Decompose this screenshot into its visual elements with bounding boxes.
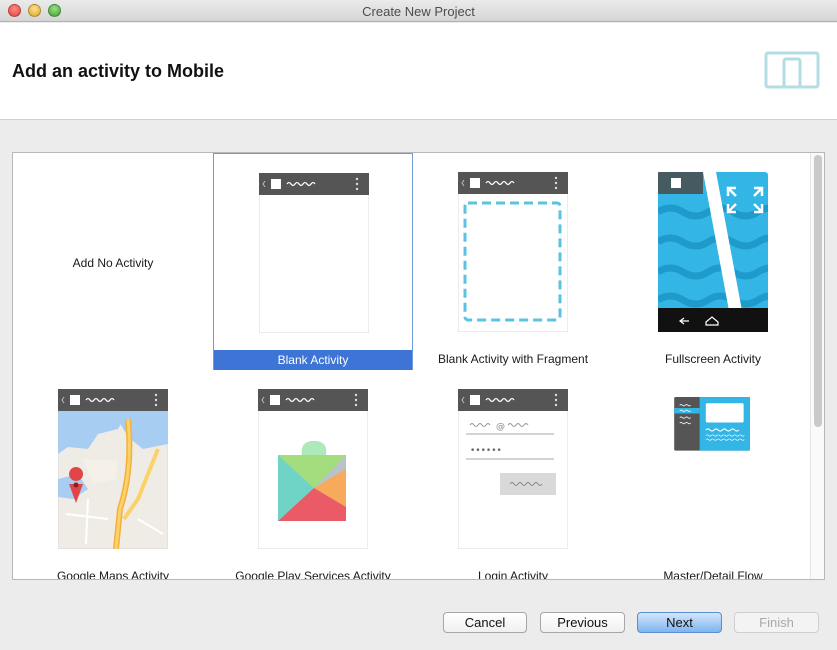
activity-tile-blank-activity-with-fragment[interactable]: Blank Activity with Fragment xyxy=(413,153,613,370)
svg-text:••••••: •••••• xyxy=(470,446,502,456)
previous-button[interactable]: Previous xyxy=(540,612,625,633)
next-button[interactable]: Next xyxy=(637,612,722,633)
activity-tile-add-no-activity[interactable]: Add No Activity xyxy=(13,153,213,370)
activity-tile-login-activity[interactable]: @ •••••• Login Activity xyxy=(413,370,613,580)
window-titlebar: Create New Project xyxy=(0,0,837,22)
finish-button[interactable]: Finish xyxy=(734,612,819,633)
wizard-header: Add an activity to Mobile xyxy=(0,23,837,120)
fragment-activity-icon xyxy=(458,172,568,332)
activity-label: Add No Activity xyxy=(72,256,154,270)
svg-text:@: @ xyxy=(496,422,505,432)
activity-tile-google-maps-activity[interactable]: Google Maps Activity xyxy=(13,370,213,580)
activity-tile-master-detail-flow[interactable]: Master/Detail Flow xyxy=(613,370,813,580)
activity-label: Fullscreen Activity xyxy=(664,352,762,366)
cancel-button[interactable]: Cancel xyxy=(443,612,527,633)
play-services-icon xyxy=(258,389,368,549)
master-detail-icon xyxy=(674,397,750,451)
activity-label: Google Play Services Activity xyxy=(235,569,391,580)
scroll-thumb[interactable] xyxy=(814,155,822,427)
activity-label: Blank Activity with Fragment xyxy=(437,352,589,366)
window-title: Create New Project xyxy=(362,4,475,19)
gallery-scrollbar[interactable] xyxy=(810,153,824,579)
activity-tile-fullscreen-activity[interactable]: Fullscreen Activity xyxy=(613,153,813,370)
activity-gallery: Add No Activity Blank Activity Blank Act… xyxy=(12,152,825,580)
activity-tile-google-play-services-activity[interactable]: Google Play Services Activity xyxy=(213,370,413,580)
fullscreen-activity-icon xyxy=(658,172,768,332)
activity-label: Master/Detail Flow xyxy=(663,569,763,580)
activity-tile-blank-activity[interactable]: Blank Activity xyxy=(213,153,413,370)
map-activity-icon xyxy=(58,389,168,549)
activity-label: Google Maps Activity xyxy=(56,569,170,580)
activity-label: Login Activity xyxy=(477,569,549,580)
login-activity-icon: @ •••••• xyxy=(458,389,568,549)
activity-label: Blank Activity xyxy=(214,350,412,370)
blank-activity-icon xyxy=(259,173,369,333)
devices-icon xyxy=(764,51,820,89)
page-title: Add an activity to Mobile xyxy=(12,61,225,81)
